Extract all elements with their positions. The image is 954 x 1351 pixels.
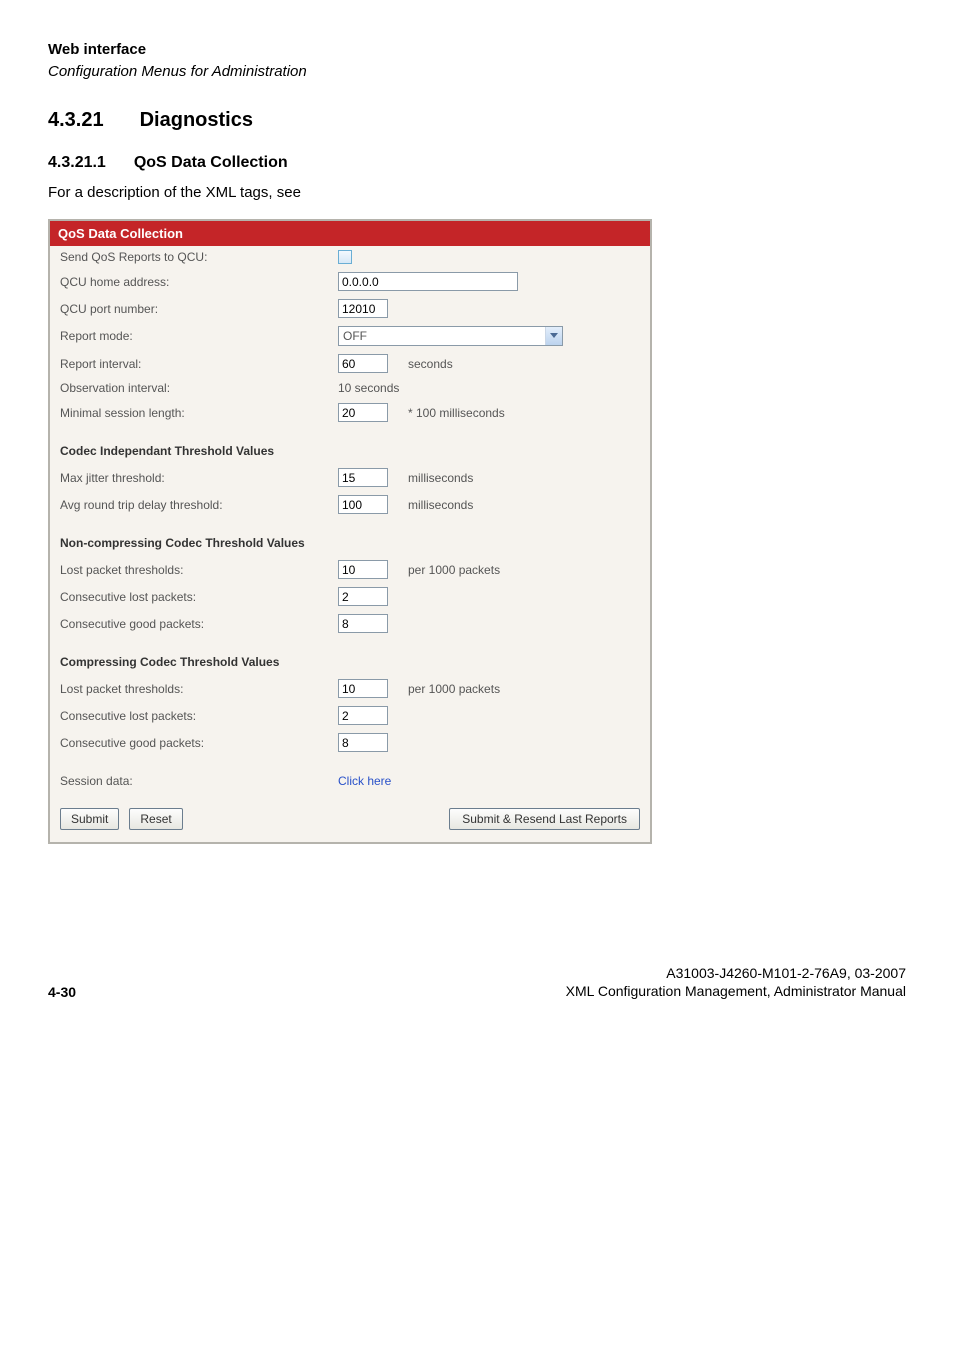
c-lost-label: Lost packet thresholds:	[60, 682, 338, 696]
section-title: Diagnostics	[140, 109, 253, 132]
avg-rtd-input[interactable]	[338, 495, 388, 514]
report-interval-label: Report interval:	[60, 357, 338, 371]
min-session-label: Minimal session length:	[60, 406, 338, 420]
row-session-data: Session data: Click here	[50, 756, 650, 802]
codec-independent-header: Codec Independant Threshold Values	[50, 426, 650, 464]
page-header: Web interface Configuration Menus for Ad…	[48, 40, 906, 81]
row-observation-interval: Observation interval: 10 seconds	[50, 377, 650, 399]
row-port-number: QCU port number:	[50, 295, 650, 322]
page-number: 4-30	[48, 984, 76, 1000]
footer-doc-title: XML Configuration Management, Administra…	[566, 982, 906, 1000]
nc-cons-good-input[interactable]	[338, 614, 388, 633]
observation-interval-label: Observation interval:	[60, 381, 338, 395]
row-nc-cons-good: Consecutive good packets:	[50, 610, 650, 637]
report-interval-input[interactable]	[338, 354, 388, 373]
min-session-input[interactable]	[338, 403, 388, 422]
noncompressing-header: Non-compressing Codec Threshold Values	[50, 518, 650, 556]
footer-doc-id: A31003-J4260-M101-2-76A9, 03-2007	[566, 964, 906, 982]
row-max-jitter: Max jitter threshold: milliseconds	[50, 464, 650, 491]
reset-button[interactable]: Reset	[129, 808, 182, 830]
row-nc-cons-lost: Consecutive lost packets:	[50, 583, 650, 610]
section-heading: 4.3.21 Diagnostics	[48, 109, 906, 132]
max-jitter-input[interactable]	[338, 468, 388, 487]
c-cons-good-input[interactable]	[338, 733, 388, 752]
panel-title: QoS Data Collection	[50, 221, 650, 246]
max-jitter-unit: milliseconds	[408, 471, 473, 485]
nc-lost-unit: per 1000 packets	[408, 563, 500, 577]
section-number: 4.3.21	[48, 109, 104, 132]
subsection-heading: 4.3.21.1 QoS Data Collection	[48, 154, 906, 172]
row-nc-lost: Lost packet thresholds: per 1000 packets	[50, 556, 650, 583]
chevron-down-icon	[545, 327, 562, 345]
row-c-cons-good: Consecutive good packets:	[50, 729, 650, 756]
nc-cons-lost-label: Consecutive lost packets:	[60, 590, 338, 604]
submit-button[interactable]: Submit	[60, 808, 119, 830]
row-min-session: Minimal session length: * 100 millisecon…	[50, 399, 650, 426]
port-number-input[interactable]	[338, 299, 388, 318]
avg-rtd-label: Avg round trip delay threshold:	[60, 498, 338, 512]
session-data-label: Session data:	[60, 774, 338, 788]
button-row: Submit Reset Submit & Resend Last Report…	[50, 802, 650, 832]
subsection-number: 4.3.21.1	[48, 154, 106, 172]
header-subtitle: Configuration Menus for Administration	[48, 62, 906, 82]
row-report-interval: Report interval: seconds	[50, 350, 650, 377]
resend-button[interactable]: Submit & Resend Last Reports	[449, 808, 640, 830]
session-data-link[interactable]: Click here	[338, 774, 391, 788]
row-c-cons-lost: Consecutive lost packets:	[50, 702, 650, 729]
send-reports-label: Send QoS Reports to QCU:	[60, 250, 338, 264]
send-reports-checkbox[interactable]	[338, 250, 352, 264]
home-address-input[interactable]	[338, 272, 518, 291]
avg-rtd-unit: milliseconds	[408, 498, 473, 512]
report-mode-value: OFF	[343, 329, 367, 343]
c-lost-unit: per 1000 packets	[408, 682, 500, 696]
row-home-address: QCU home address:	[50, 268, 650, 295]
c-cons-lost-label: Consecutive lost packets:	[60, 709, 338, 723]
report-interval-unit: seconds	[408, 357, 453, 371]
max-jitter-label: Max jitter threshold:	[60, 471, 338, 485]
home-address-label: QCU home address:	[60, 275, 338, 289]
row-report-mode: Report mode: OFF	[50, 322, 650, 350]
report-mode-dropdown[interactable]: OFF	[338, 326, 563, 346]
nc-cons-lost-input[interactable]	[338, 587, 388, 606]
c-cons-good-label: Consecutive good packets:	[60, 736, 338, 750]
min-session-unit: * 100 milliseconds	[408, 406, 505, 420]
header-title: Web interface	[48, 40, 906, 60]
nc-lost-label: Lost packet thresholds:	[60, 563, 338, 577]
qos-config-panel: QoS Data Collection Send QoS Reports to …	[48, 219, 652, 844]
nc-lost-input[interactable]	[338, 560, 388, 579]
report-mode-label: Report mode:	[60, 329, 338, 343]
nc-cons-good-label: Consecutive good packets:	[60, 617, 338, 631]
row-avg-rtd: Avg round trip delay threshold: millisec…	[50, 491, 650, 518]
compressing-header: Compressing Codec Threshold Values	[50, 637, 650, 675]
row-c-lost: Lost packet thresholds: per 1000 packets	[50, 675, 650, 702]
port-number-label: QCU port number:	[60, 302, 338, 316]
page-footer: 4-30 A31003-J4260-M101-2-76A9, 03-2007 X…	[48, 964, 906, 1000]
subsection-title: QoS Data Collection	[134, 154, 288, 172]
c-cons-lost-input[interactable]	[338, 706, 388, 725]
observation-interval-value: 10 seconds	[338, 381, 399, 395]
intro-text: For a description of the XML tags, see	[48, 184, 906, 201]
row-send-reports: Send QoS Reports to QCU:	[50, 246, 650, 268]
c-lost-input[interactable]	[338, 679, 388, 698]
